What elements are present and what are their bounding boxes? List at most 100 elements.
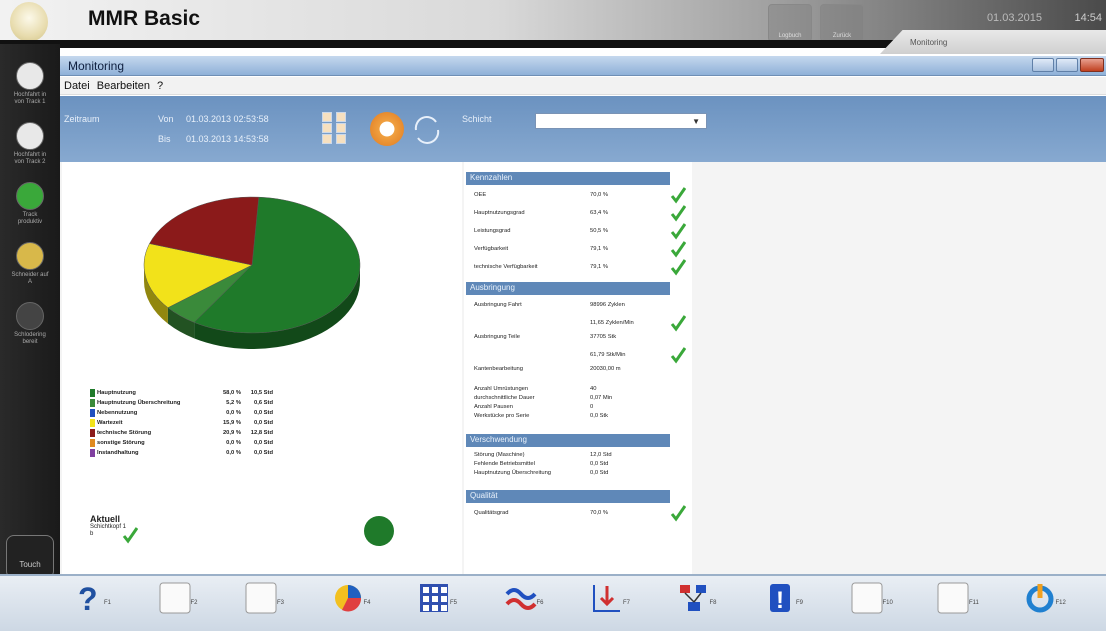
function-key-f6[interactable]: F6 [504, 582, 547, 624]
sidebar-item-0[interactable]: Hochfahrt in von Track 1 [6, 62, 54, 106]
legend-pct: 5,2 % [226, 400, 241, 406]
monitoring-window: Monitoring Datei Bearbeiten ? Zeitraum V… [60, 56, 1106, 631]
check-icon [670, 259, 686, 276]
function-key-f4[interactable]: F4 [332, 582, 374, 624]
function-key-label: F4 [363, 600, 371, 606]
legend-name: Nebennutzung [97, 410, 138, 416]
function-key-f1[interactable]: ? F1 [72, 581, 114, 624]
verschwendung-header: Verschwendung [466, 434, 670, 447]
refresh-icon[interactable] [410, 114, 444, 146]
legend-name: Wartezeit [97, 420, 123, 426]
sidebar-item-4[interactable]: Schlodering bereit [6, 302, 54, 346]
verschwendung-value: 0,0 Std [590, 470, 609, 476]
kennzahlen-value: 50,5 % [590, 228, 609, 234]
status-green-icon [16, 182, 44, 210]
spin-down-button-2[interactable] [336, 134, 346, 144]
minimize-button[interactable] [1032, 58, 1054, 72]
function-key-f8[interactable]: F8 [678, 582, 720, 624]
tab-monitoring[interactable]: Monitoring [880, 30, 1106, 54]
kennzahlen-label: technische Verfügbarkeit [474, 264, 538, 270]
sidebar-item-2[interactable]: Track produktiv [6, 182, 54, 226]
machine-icon [16, 62, 44, 90]
window-title: Monitoring [68, 59, 125, 73]
legend-name: technische Störung [97, 430, 152, 436]
clock-icon[interactable] [370, 112, 404, 146]
close-button[interactable] [1080, 58, 1104, 72]
kennzahlen-value: 70,0 % [590, 192, 609, 198]
legend-row: Hauptnutzung Überschreitung 5,2 % 0,6 St… [90, 398, 330, 408]
ausbringung-value: 0,0 Stk [590, 413, 609, 419]
qualitaet-value: 70,0 % [590, 510, 609, 516]
maximize-button[interactable] [1056, 58, 1078, 72]
function-key-f10[interactable]: F10 [851, 582, 893, 624]
legend-row: Instandhaltung 0,0 % 0,0 Std [90, 448, 330, 458]
schicht-label: Schicht [462, 114, 492, 124]
legend-dur: 12,8 Std [250, 430, 273, 436]
ausbringung-header: Ausbringung [466, 282, 670, 295]
legend-swatch [90, 409, 95, 417]
spin-up-button-2[interactable] [336, 112, 346, 122]
piechart-icon [334, 585, 361, 612]
check-icon [670, 241, 686, 258]
power-icon [1026, 584, 1053, 613]
legend-row: Hauptnutzung 58,0 % 10,5 Std [90, 388, 330, 398]
status-indicator [364, 516, 394, 546]
menu-help[interactable]: ? [157, 80, 163, 92]
sidebar-item-1[interactable]: Hochfahrt in von Track 2 [6, 122, 54, 166]
logo-icon [10, 2, 48, 42]
von-value[interactable]: 01.03.2013 02:53:58 [186, 114, 269, 124]
verschwendung-label: Hauptnutzung Überschreitung [474, 470, 552, 476]
kennzahlen-value: 63,4 % [590, 210, 609, 216]
menu-bearbeiten[interactable]: Bearbeiten [97, 80, 150, 92]
function-key-f3[interactable]: F3 [245, 582, 287, 624]
legend-name: Hauptnutzung Überschreitung [97, 400, 181, 406]
legend-dur: 0,0 Std [253, 420, 273, 426]
kennzahlen-label: OEE [474, 192, 487, 198]
function-key-f12[interactable]: F12 [1024, 582, 1066, 624]
check-icon [670, 315, 686, 332]
logbook-button[interactable]: Logbuch [768, 4, 812, 42]
menu-datei[interactable]: Datei [64, 80, 90, 92]
banner-date: 01.03.2015 [986, 12, 1042, 24]
check-icon [670, 223, 686, 240]
legend-swatch [90, 399, 95, 407]
function-key-f2[interactable]: F2 [159, 582, 201, 624]
legend-pct: 0,0 % [226, 440, 241, 446]
touch-button[interactable]: Touch [6, 535, 54, 579]
window-titlebar: Monitoring [60, 56, 1106, 76]
back-button[interactable]: Zurück [820, 4, 864, 42]
function-key-f7[interactable]: F7 [591, 582, 633, 624]
spin-down-button[interactable] [322, 134, 332, 144]
kennzahlen-value: 79,1 % [590, 246, 609, 252]
sidebar-item-label: Track produktiv [17, 212, 43, 225]
zeitraum-label: Zeitraum [64, 114, 100, 124]
function-key-f5[interactable]: F5 [418, 582, 460, 624]
aktuell-block: Aktuell Schichtkopf 1 b [90, 514, 138, 544]
qualitaet-label: Qualitätsgrad [474, 510, 509, 516]
spin-up-button[interactable] [322, 112, 332, 122]
check-icon [670, 187, 686, 204]
kennzahlen-value: 79,1 % [590, 264, 609, 270]
status-yellow-icon [16, 242, 44, 270]
schicht-select[interactable]: ▼ [535, 113, 707, 129]
function-key-label: F6 [536, 600, 544, 606]
bis-value[interactable]: 01.03.2013 14:53:58 [186, 134, 269, 144]
kpi-panel: Kennzahlen OEE 70,0 % Hauptnutzungsgrad 63,4… [464, 162, 692, 574]
sidebar-item-3[interactable]: Schneider auf A [6, 242, 54, 286]
kennzahlen-label: Leistungsgrad [474, 228, 511, 234]
spin-mid-button-2[interactable] [336, 123, 346, 133]
function-key-f11[interactable]: F11 [937, 582, 979, 624]
help-icon: ? [78, 581, 98, 617]
function-key-f9[interactable]: ! F9 [764, 582, 806, 624]
legend-swatch [90, 429, 95, 437]
ausbringung-value: 0,07 Min [590, 395, 613, 401]
legend-pct: 0,0 % [226, 450, 241, 456]
chart-panel: Hauptnutzung 58,0 % 10,5 Std Hauptnutzun… [62, 162, 462, 574]
function-key-label: F12 [1055, 600, 1066, 606]
ausbringung-value: 98996 Zyklen [590, 302, 625, 308]
legend-row: technische Störung 20,9 % 12,8 Std [90, 428, 330, 438]
check-icon [670, 347, 686, 364]
spin-mid-button[interactable] [322, 123, 332, 133]
ausbringung-value: 11,65 Zyklen/Min [590, 320, 634, 326]
function-key-label: F7 [623, 600, 631, 606]
